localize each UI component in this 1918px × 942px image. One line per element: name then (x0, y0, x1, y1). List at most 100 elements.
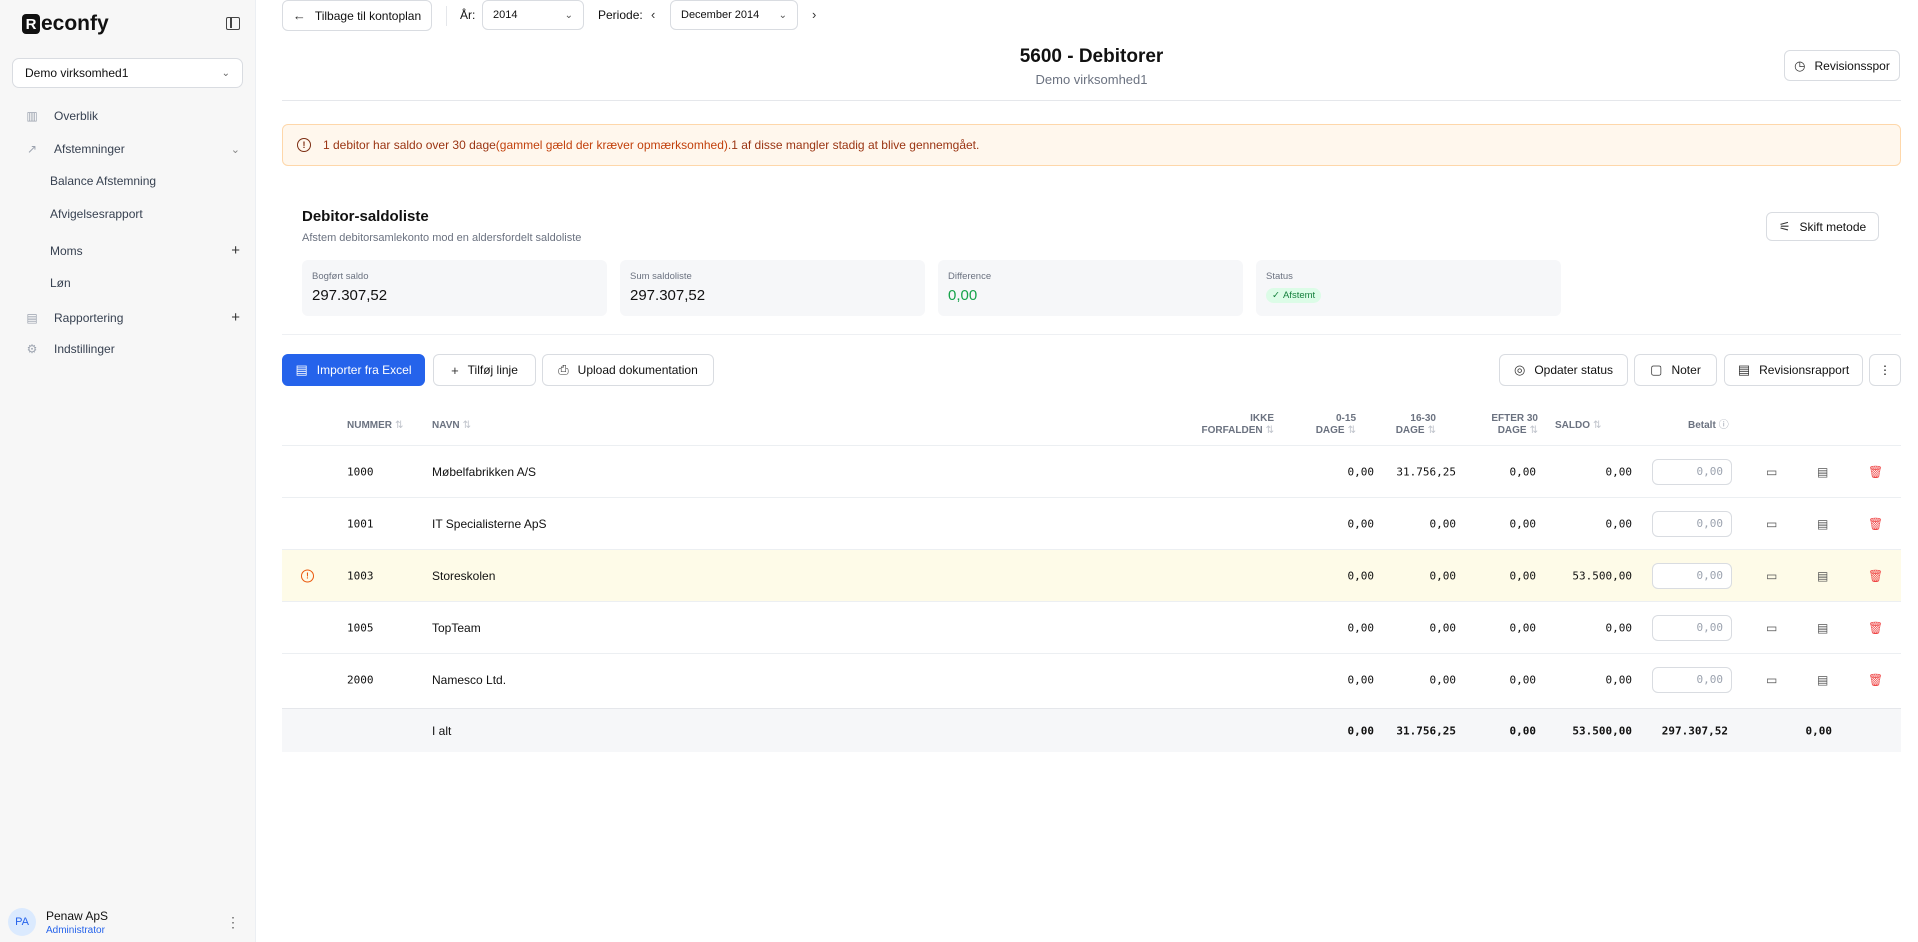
plus-icon: + (451, 362, 459, 378)
paid-input[interactable]: 0,00 (1652, 562, 1732, 589)
trending-up-icon: ↗ (26, 142, 38, 156)
header-label: FORFALDEN (1201, 425, 1263, 436)
plus-icon[interactable]: + (231, 242, 240, 259)
paid-input[interactable]: 0,00 (1652, 666, 1732, 693)
column-header-0-15-days[interactable]: 0-15 DAGE ⇅ (1290, 413, 1356, 437)
check-circle-icon: ◎ (1513, 362, 1526, 377)
year-select[interactable]: 2014 ⌄ (482, 0, 584, 30)
document-icon[interactable]: ▤ (1817, 465, 1828, 479)
cell-after-30: 0,00 (1605, 621, 1633, 634)
more-actions-button[interactable]: ⋮ (1869, 354, 1901, 386)
trash-icon[interactable]: 🗑 (1868, 569, 1883, 583)
chevron-left-icon[interactable]: ‹ (651, 7, 655, 22)
comment-icon[interactable]: ▭ (1766, 465, 1777, 479)
stat-sum-balance-list: Sum saldoliste 297.307,52 (620, 260, 925, 316)
import-excel-button[interactable]: ▤ Importer fra Excel (282, 354, 425, 386)
header-label: IKKE (1250, 413, 1274, 424)
document-icon: ▤ (1737, 362, 1751, 377)
chevron-right-icon[interactable]: › (812, 7, 816, 22)
warning-icon: ! (301, 569, 314, 582)
info-icon: ! (297, 138, 311, 152)
trash-icon[interactable]: 🗑 (1868, 621, 1883, 635)
trash-icon[interactable]: 🗑 (1868, 465, 1883, 479)
stat-label: Difference (948, 271, 992, 282)
total-16-30: 0,00 (1509, 724, 1537, 737)
paid-input[interactable]: 0,00 (1652, 458, 1732, 485)
column-header-balance[interactable]: SALDO ⇅ (1555, 420, 1601, 432)
check-circle-icon: ✓ (1272, 290, 1280, 301)
add-line-label: Tilføj linje (467, 363, 518, 377)
more-vertical-icon: ⋮ (1879, 363, 1891, 377)
column-header-number[interactable]: NUMMER ⇅ (347, 420, 403, 432)
upload-documentation-button[interactable]: ⎙ Upload dokumentation (542, 354, 714, 386)
comment-icon[interactable]: ▭ (1766, 517, 1777, 531)
update-status-button[interactable]: ◎ Opdater status (1499, 354, 1628, 386)
arrow-left-icon: ← (292, 8, 306, 23)
paid-input[interactable]: 0,00 (1652, 614, 1732, 641)
sidebar-item-moms[interactable]: Moms + (50, 242, 240, 259)
logo-mark: R (22, 14, 40, 34)
sidebar-item-afvigelsesrapport[interactable]: Afvigelsesrapport (50, 207, 143, 221)
user-menu[interactable]: PA Penaw ApS Administrator ⋮ (8, 908, 248, 936)
trash-icon[interactable]: 🗑 (1868, 517, 1883, 531)
sort-icon: ⇅ (395, 420, 404, 431)
company-select[interactable]: Demo virksomhed1 ⌄ (12, 58, 243, 88)
plus-icon[interactable]: + (231, 309, 240, 326)
sidebar-item-rapportering[interactable]: ▤ Rapportering + (24, 309, 240, 326)
sidebar-item-loen[interactable]: Løn (50, 276, 71, 290)
column-header-not-due[interactable]: IKKE FORFALDEN ⇅ (1180, 413, 1275, 437)
back-to-chart-of-accounts-button[interactable]: ← Tilbage til kontoplan (282, 0, 432, 31)
header-label: EFTER 30 (1491, 413, 1538, 424)
column-header-paid: Betalt ⓘ (1688, 420, 1729, 432)
comment-icon[interactable]: ▭ (1766, 673, 1777, 687)
year-label: År: (460, 8, 476, 22)
audit-report-button[interactable]: ▤ Revisionsrapport (1724, 354, 1863, 386)
cell-name: TopTeam (432, 620, 481, 635)
comment-icon[interactable]: ▭ (1766, 569, 1777, 583)
switch-method-label: Skift metode (1799, 219, 1867, 234)
user-name: Penaw ApS (46, 908, 109, 923)
column-header-16-30-days[interactable]: 16-30 DAGE ⇅ (1370, 413, 1436, 437)
period-select[interactable]: December 2014 ⌄ (670, 0, 798, 30)
stat-difference: Difference 0,00 (938, 260, 1243, 316)
back-button-label: Tilbage til kontoplan (314, 8, 422, 23)
cell-16-30: 0,00 (1509, 621, 1537, 634)
cell-after-30: 0,00 (1605, 673, 1633, 686)
document-icon[interactable]: ▤ (1817, 673, 1828, 687)
upload-docs-label: Upload dokumentation (577, 363, 698, 377)
sidebar-item-overblik[interactable]: ▥ Overblik (24, 109, 240, 123)
sliders-icon: ⚟ (1778, 218, 1791, 234)
sidebar-item-afstemninger[interactable]: ↗ Afstemninger ⌄ (24, 142, 240, 156)
sidebar-item-indstillinger[interactable]: ⚙ Indstillinger (24, 342, 240, 356)
header-label: DAGE (1395, 425, 1425, 436)
file-upload-icon: ⎙ (558, 362, 569, 377)
chevron-down-icon: ⌄ (230, 143, 240, 156)
column-header-name[interactable]: NAVN ⇅ (432, 420, 471, 432)
document-icon[interactable]: ▤ (1817, 621, 1828, 635)
document-icon[interactable]: ▤ (1817, 569, 1828, 583)
add-line-button[interactable]: + Tilføj linje (433, 354, 536, 386)
total-label: I alt (432, 723, 452, 738)
more-vertical-icon[interactable]: ⋮ (226, 914, 240, 931)
comment-icon[interactable]: ▭ (1766, 621, 1777, 635)
cell-name: Namesco Ltd. (432, 672, 507, 687)
card-subtitle: Afstem debitorsamlekonto mod en aldersfo… (302, 232, 582, 244)
paid-input[interactable]: 0,00 (1652, 510, 1732, 537)
sidebar-item-balance-afstemning[interactable]: Balance Afstemning (50, 174, 156, 188)
info-icon[interactable]: ⓘ (1719, 420, 1729, 431)
document-icon[interactable]: ▤ (1817, 517, 1828, 531)
sort-icon: ⇅ (1265, 425, 1274, 436)
period-label: Periode: (598, 8, 643, 22)
notes-button[interactable]: ▢ Noter (1634, 354, 1717, 386)
switch-method-button[interactable]: ⚟ Skift metode (1766, 212, 1879, 241)
stat-posted-balance: Bogført saldo 297.307,52 (302, 260, 607, 316)
sidebar: Reconfy Demo virksomhed1 ⌄ ▥ Overblik ↗ … (0, 0, 256, 942)
trash-icon[interactable]: 🗑 (1868, 673, 1883, 687)
header-label: NUMMER (347, 420, 392, 431)
year-select-value: 2014 (493, 9, 518, 21)
sidebar-collapse-icon[interactable] (226, 17, 240, 30)
app-logo[interactable]: Reconfy (22, 12, 109, 36)
column-header-after-30-days[interactable]: EFTER 30 DAGE ⇅ (1460, 413, 1538, 437)
sort-icon: ⇅ (1529, 425, 1538, 436)
cell-number: 1005 (347, 621, 374, 634)
